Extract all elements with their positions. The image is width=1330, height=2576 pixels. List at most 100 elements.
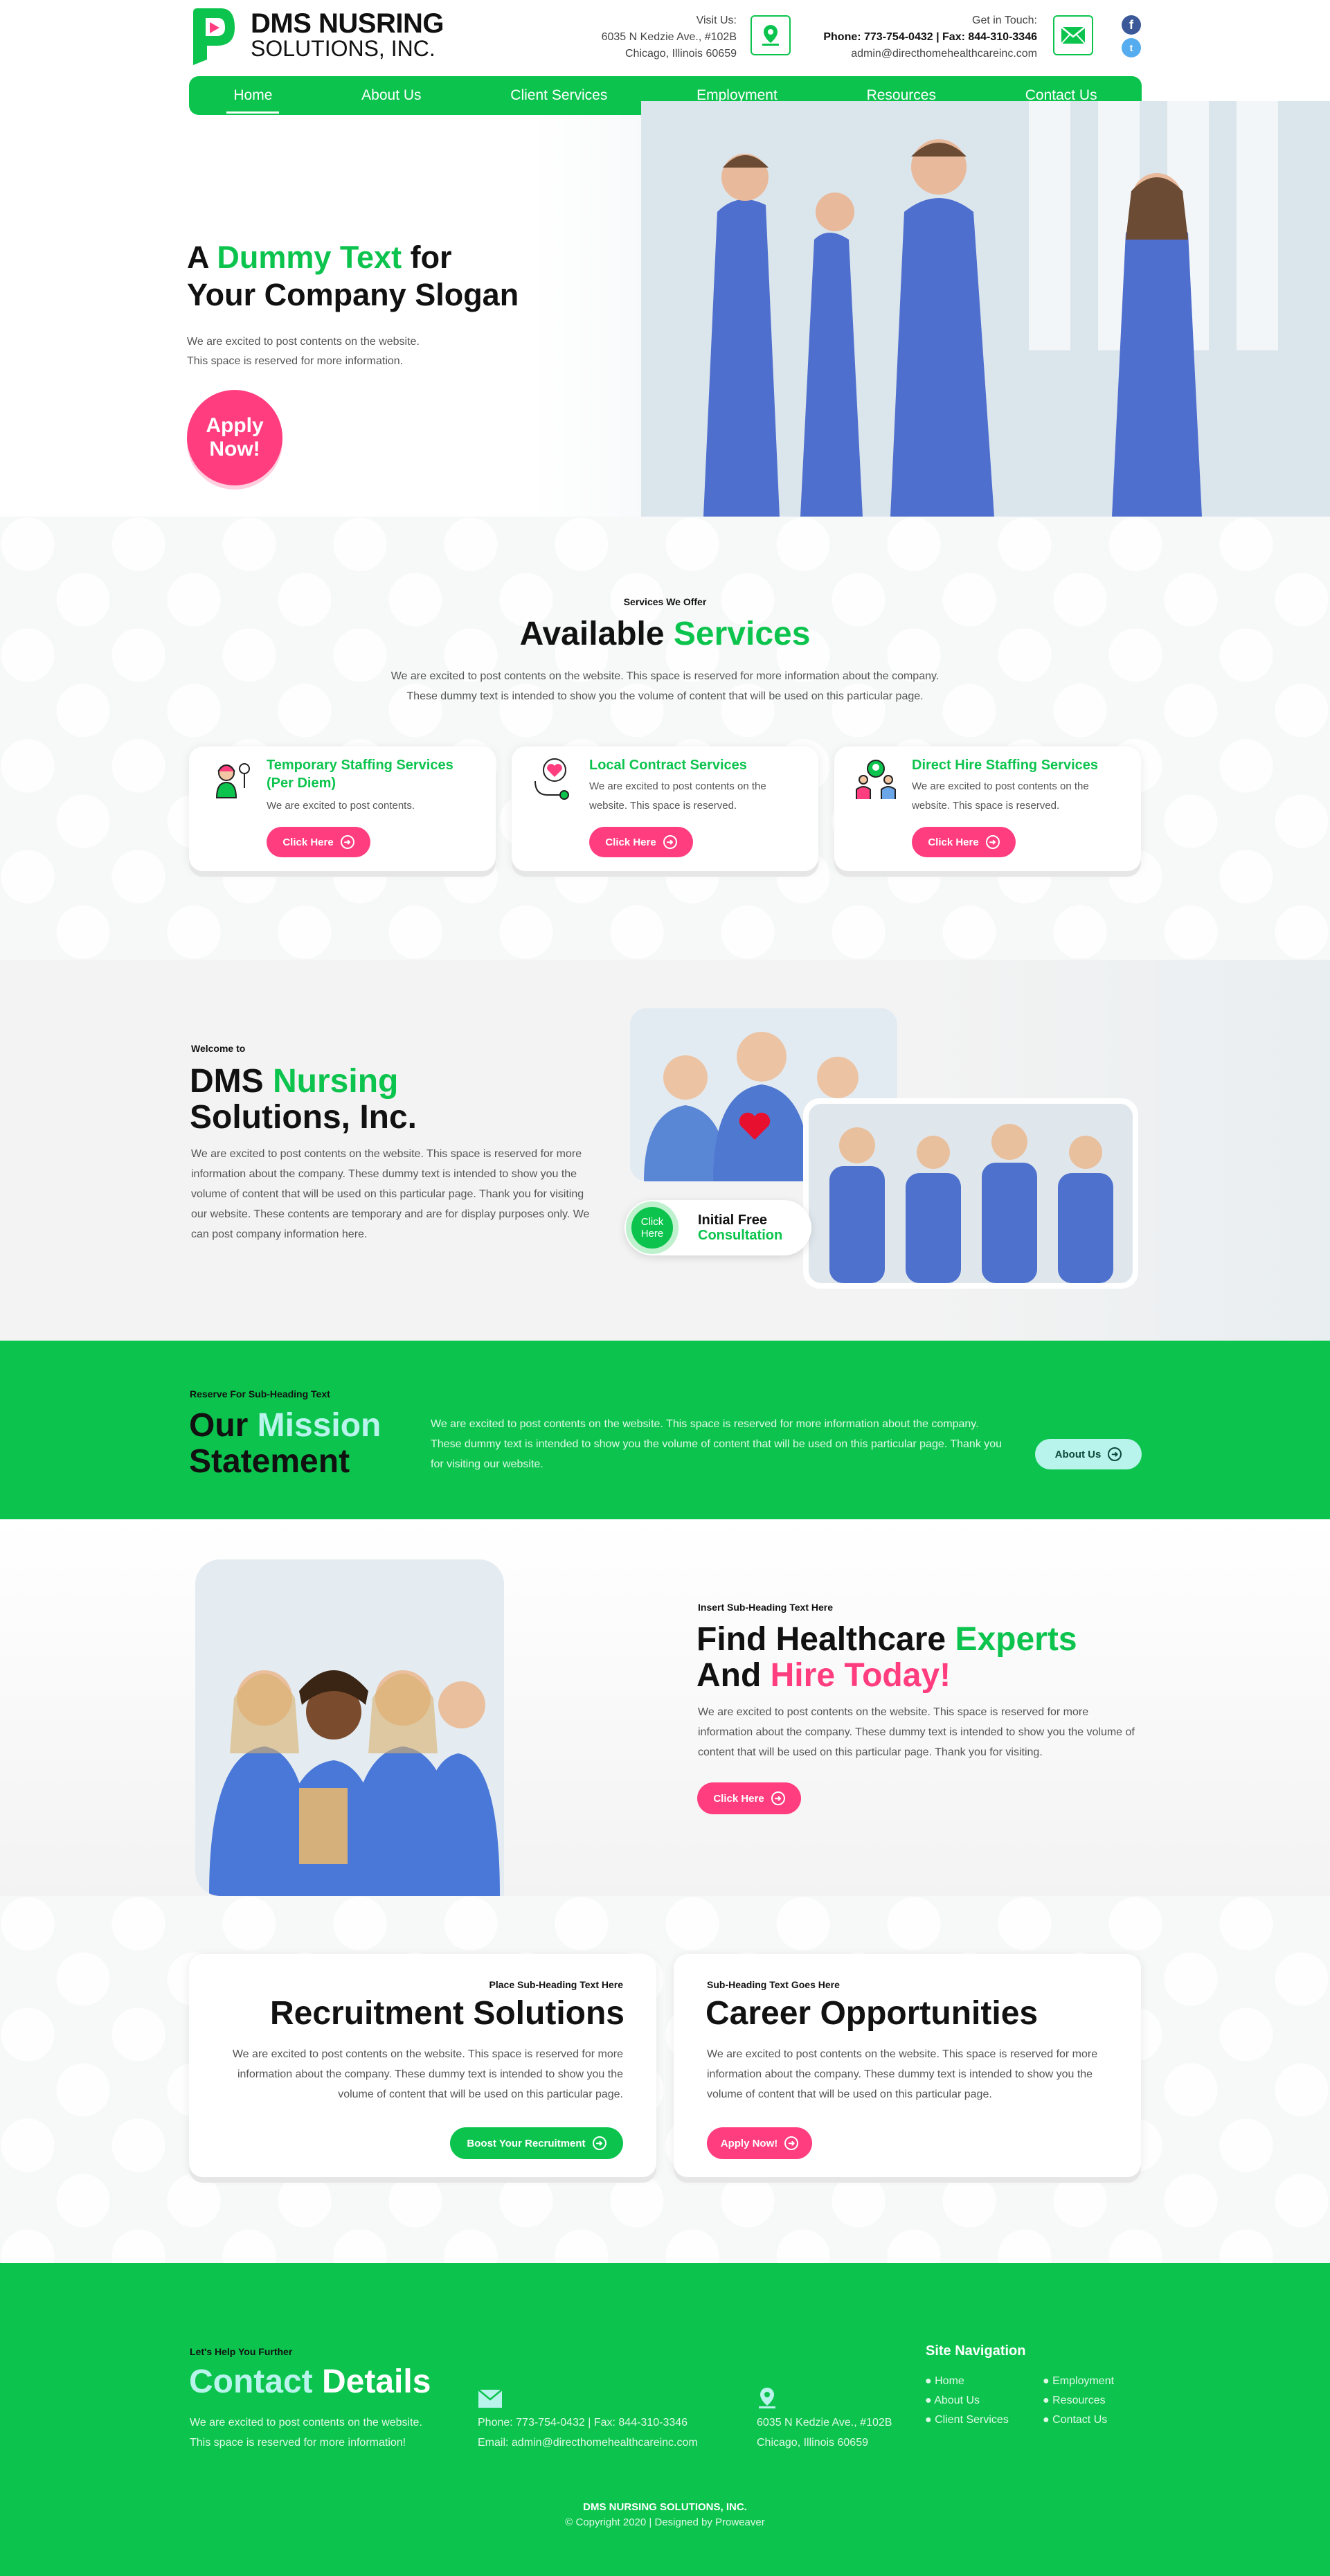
footer-nav-contact[interactable]: ● Contact Us	[1043, 2414, 1147, 2433]
service-card-button[interactable]: Click Here ➜	[589, 827, 693, 857]
heading-part: DMS	[190, 1063, 273, 1100]
footer-nav-about[interactable]: ● About Us	[925, 2395, 1043, 2414]
apply-label: Apply	[206, 414, 264, 437]
footer-nav-label: Employment	[1052, 2375, 1115, 2387]
footer-nav-label: Contact Us	[1052, 2414, 1108, 2426]
footer-text-line1: We are excited to post contents on the w…	[190, 2417, 422, 2429]
consultation-line1: Initial Free	[698, 1213, 768, 1228]
consultation-label: Initial Free Consultation	[698, 1213, 782, 1243]
get-in-touch-block: Get in Touch: Phone: 773-754-0432 | Fax:…	[782, 12, 1037, 62]
facebook-icon[interactable]: f	[1122, 15, 1141, 35]
map-pin-icon	[759, 2388, 775, 2408]
mail-icon	[478, 2389, 503, 2408]
find-heading: Find Healthcare Experts And Hire Today!	[697, 1622, 1077, 1694]
nurses-team-photo	[809, 1104, 1133, 1283]
mission-subheading: Reserve For Sub-Heading Text	[190, 1388, 330, 1399]
button-label: About Us	[1054, 1448, 1102, 1460]
service-card-title[interactable]: Direct Hire Staffing Services	[912, 756, 1120, 774]
hero-slogan-highlight: Dummy Text	[217, 240, 402, 275]
welcome-subheading: Welcome to	[191, 1043, 246, 1054]
services-heading: Available Services	[0, 616, 1330, 652]
recruitment-subheading: Place Sub-Heading Text Here	[489, 1979, 623, 1990]
heading-part: Our	[189, 1407, 258, 1444]
footer-email[interactable]: Email: admin@directhomehealthcareinc.com	[478, 2433, 698, 2453]
nurse-icon	[215, 763, 250, 798]
arrow-right-icon: ➜	[1108, 1447, 1122, 1461]
footer-nav-employment[interactable]: ● Employment	[1043, 2375, 1147, 2395]
service-card-button[interactable]: Click Here ➜	[267, 827, 370, 857]
mail-icon[interactable]	[1053, 15, 1093, 55]
hero-text-line2: This space is reserved for more informat…	[187, 355, 404, 367]
heading-part: And	[697, 1657, 771, 1694]
service-card-direct-hire: Direct Hire Staffing Services We are exc…	[834, 746, 1141, 871]
footer-address-line2: Chicago, Illinois 60659	[757, 2437, 868, 2449]
arrow-right-icon: ➜	[340, 835, 354, 849]
career-subheading: Sub-Heading Text Goes Here	[707, 1979, 840, 1990]
arrow-right-icon: ➜	[985, 835, 1000, 849]
footer-heading: Contact Details	[189, 2364, 431, 2400]
about-us-button[interactable]: About Us ➜	[1035, 1439, 1142, 1469]
service-card-title[interactable]: Local Contract Services	[589, 756, 797, 774]
service-card-title[interactable]: Temporary Staffing Services (Per Diem)	[267, 756, 474, 792]
hero-slogan-part: A	[187, 240, 217, 275]
mission-text: We are excited to post contents on the w…	[431, 1418, 1003, 1470]
apply-now-button[interactable]: Apply Now!	[187, 390, 282, 485]
nav-home[interactable]: Home	[226, 87, 280, 114]
nav-about-us[interactable]: About Us	[354, 87, 428, 104]
footer-text: We are excited to post contents on the w…	[190, 2413, 422, 2453]
visit-us-block: Visit Us: 6035 N Kedzie Ave., #102B Chic…	[533, 12, 737, 62]
logo-title: DMS NUSRING	[251, 8, 444, 39]
click-label: Click	[640, 1216, 664, 1228]
heading-part: Details	[322, 2363, 431, 2400]
footer-copyright: © Copyright 2020 | Designed by Proweaver	[565, 2516, 765, 2528]
phone-fax[interactable]: Phone: 773-754-0432 | Fax: 844-310-3346	[782, 29, 1037, 46]
services-section	[0, 517, 1330, 960]
button-label: Boost Your Recruitment	[467, 2137, 586, 2149]
mission-heading: Our Mission Statement	[189, 1408, 381, 1480]
stethoscope-heart-icon	[534, 758, 569, 800]
logo-subtitle: SOLUTIONS, INC.	[251, 36, 435, 61]
apply-now-small-button[interactable]: Apply Now! ➜	[707, 2127, 812, 2159]
hero-slogan-line2: Your Company Slogan	[187, 277, 519, 312]
footer-company: DMS NURSING SOLUTIONS, INC.	[583, 2501, 747, 2513]
arrow-right-icon: ➜	[663, 835, 677, 849]
apply-label: Now!	[209, 438, 260, 460]
footer-phone[interactable]: Phone: 773-754-0432 | Fax: 844-310-3346	[478, 2413, 698, 2433]
find-subheading: Insert Sub-Heading Text Here	[698, 1602, 834, 1613]
boost-recruitment-button[interactable]: Boost Your Recruitment ➜	[450, 2127, 623, 2159]
logo-icon[interactable]	[189, 7, 237, 65]
twitter-icon[interactable]: t	[1122, 38, 1141, 57]
career-card: Sub-Heading Text Goes Here Career Opport…	[674, 1954, 1141, 2177]
staff-group-icon	[856, 760, 896, 799]
footer-text-line2: This space is reserved for more informat…	[190, 2437, 406, 2449]
services-intro-line2: These dummy text is intended to show you…	[406, 690, 924, 702]
services-intro-line1: We are excited to post contents on the w…	[390, 670, 940, 682]
heading-highlight: Mission	[257, 1407, 381, 1444]
footer-nav-label: Client Services	[935, 2414, 1009, 2426]
career-heading: Career Opportunities	[706, 1995, 1039, 2032]
hero-slogan-part: for	[402, 240, 452, 275]
footer-nav-home[interactable]: ● Home	[925, 2375, 1043, 2395]
click-label: Here	[640, 1228, 664, 1240]
consultation-badge[interactable]: Click Here Initial Free Consultation	[624, 1200, 811, 1255]
button-label: Click Here	[282, 836, 334, 848]
header-email[interactable]: admin@directhomehealthcareinc.com	[782, 46, 1037, 62]
service-card-temporary: Temporary Staffing Services (Per Diem) W…	[189, 746, 496, 871]
heading-part: Available	[519, 616, 674, 652]
footer-nav-resources[interactable]: ● Resources	[1043, 2395, 1147, 2414]
footer-address-line1: 6035 N Kedzie Ave., #102B	[757, 2417, 892, 2429]
heading-part: Solutions, Inc.	[190, 1099, 417, 1136]
services-subheading: Services We Offer	[623, 596, 707, 607]
recruitment-text: We are excited to post contents on the w…	[232, 2048, 623, 2100]
nav-client-services[interactable]: Client Services	[503, 87, 614, 104]
consultation-line2: Consultation	[698, 1228, 783, 1243]
click-here-circle[interactable]: Click Here	[626, 1201, 679, 1254]
find-click-here-button[interactable]: Click Here ➜	[697, 1782, 801, 1814]
footer-nav-client-services[interactable]: ● Client Services	[925, 2414, 1043, 2433]
footer-nav-label: Resources	[1052, 2395, 1106, 2406]
recruitment-card: Place Sub-Heading Text Here Recruitment …	[189, 1954, 656, 2177]
address-line2: Chicago, Illinois 60659	[625, 48, 737, 60]
heading-part: Statement	[189, 1443, 350, 1480]
service-card-button[interactable]: Click Here ➜	[912, 827, 1016, 857]
button-label: Click Here	[605, 836, 656, 848]
